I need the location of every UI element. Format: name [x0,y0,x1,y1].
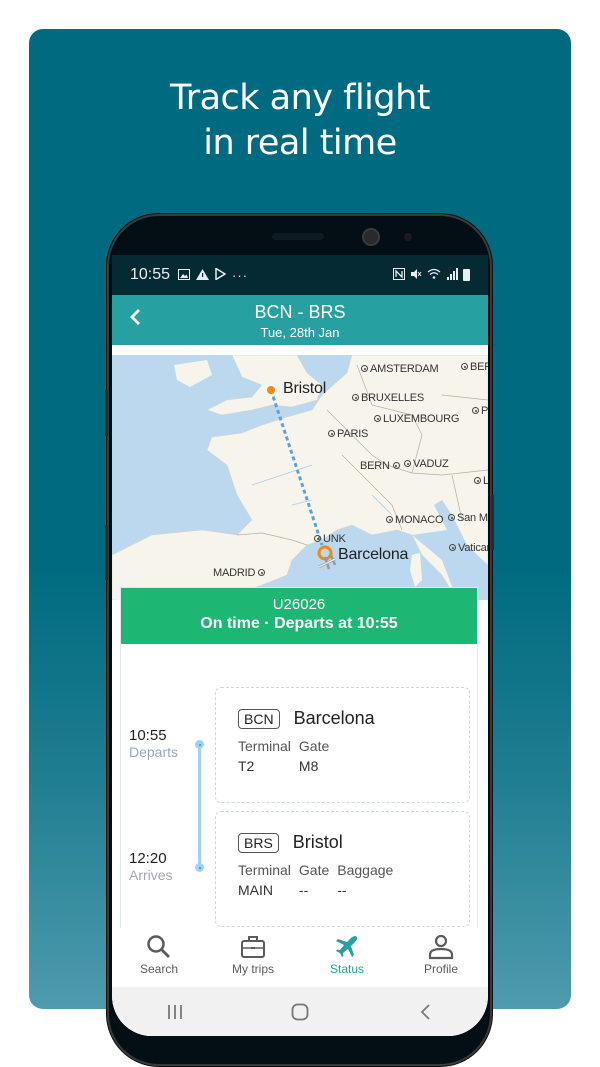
proximity-sensor [404,233,412,241]
system-back-button[interactable] [405,997,445,1027]
map-label-paris: PARIS [328,428,368,440]
briefcase-icon [241,936,265,958]
flight-number: U26026 [272,596,326,613]
map-label-berlin: BERL [461,361,488,373]
recents-icon [167,1004,182,1019]
map-label-bruxelles: BRUXELLES [352,392,424,404]
recents-button[interactable] [155,997,195,1027]
map-label-san-marino: San M [448,512,488,524]
nav-profile[interactable]: Profile [394,928,488,987]
departure-terminal: Terminal T2 [238,738,291,774]
front-camera [362,228,380,246]
timeline-line [198,744,201,867]
departure-time-block: 10:55 Departs [129,727,178,760]
status-time: 10:55 [130,266,171,283]
departure-code: BCN [238,708,280,729]
wifi-icon [427,268,441,283]
map-label-luxembourg: LUXEMBOURG [374,413,459,425]
map-label-amsterdam: AMSTERDAM [361,363,439,375]
arrival-dot [195,863,204,872]
map-label-unk: UNK [314,533,346,545]
image-icon [178,268,191,283]
flight-status-text: On time · Departs at 10:55 [200,615,398,632]
map-label-barcelona: Barcelona [338,546,409,563]
bixby-button [105,525,108,580]
arrival-card[interactable]: BRS Bristol Terminal MAIN Gate -- Baggag… [215,811,470,927]
arrival-time: 12:20 [129,850,167,867]
home-button[interactable] [280,997,320,1027]
arrival-terminal: Terminal MAIN [238,862,291,898]
back-icon [421,1003,430,1020]
departure-dot [195,740,204,749]
play-store-icon [215,266,227,283]
map-label-bern: BERN [360,460,402,472]
map-label-praha: P [472,405,488,417]
nfc-icon [393,267,405,283]
flight-map[interactable]: Bristol AMSTERDAM BERL BRUXELLES LUXEMBO… [112,355,488,600]
arrival-code: BRS [238,832,279,853]
system-nav-bar [112,987,488,1036]
headline-line-2: in real time [203,123,397,163]
departure-city: Barcelona [293,708,375,728]
phone-screen: 10:55 ··· BCN - BRS Tue, 28th Jan Bristo… [112,255,488,1036]
map-label-ljubljana: L [474,475,488,487]
arrival-time-block: 12:20 Arrives [129,850,173,883]
status-bar: 10:55 ··· [112,255,488,295]
bottom-nav: Search My trips Status Profile [112,928,488,987]
chevron-left-icon [130,309,140,325]
more-icon: ··· [232,267,249,283]
status-banner: U26026 On time · Departs at 10:55 [121,588,477,644]
route-title: BCN - BRS [254,302,346,322]
headline-line-1: Track any flight [169,78,431,118]
map-label-vatican: Vatican [449,542,488,554]
arrival-label: Arrives [129,867,173,883]
map-label-bristol: Bristol [283,380,327,397]
arrival-baggage: Baggage -- [337,862,394,898]
departure-label: Departs [129,744,179,760]
nav-search[interactable]: Search [112,928,206,987]
signal-icon [446,267,458,283]
back-button[interactable] [128,307,142,333]
nav-my-trips[interactable]: My trips [206,928,300,987]
arrival-city: Bristol [292,832,343,852]
search-icon [147,935,170,958]
promo-headline: Track any flight in real time [29,76,571,166]
departure-gate: Gate M8 [298,738,330,774]
person-icon [428,934,454,960]
home-icon [291,1003,309,1020]
volume-button [105,390,108,436]
map-label-madrid: MADRID [213,567,267,579]
departure-card[interactable]: BCN Barcelona Terminal T2 Gate M8 [215,687,470,803]
nav-status[interactable]: Status [300,928,394,987]
warning-icon [196,268,210,283]
power-button [491,495,494,550]
mute-icon [410,268,422,283]
map-label-monaco: MONACO [386,514,444,526]
battery-icon [463,269,470,281]
departure-time: 10:55 [129,727,167,744]
flight-date: Tue, 28th Jan [260,325,340,340]
arrival-gate: Gate -- [298,862,330,898]
app-bar: BCN - BRS Tue, 28th Jan [112,295,488,345]
airplane-icon [336,936,358,957]
earpiece [272,233,324,240]
map-label-vaduz: VADUZ [404,458,449,470]
